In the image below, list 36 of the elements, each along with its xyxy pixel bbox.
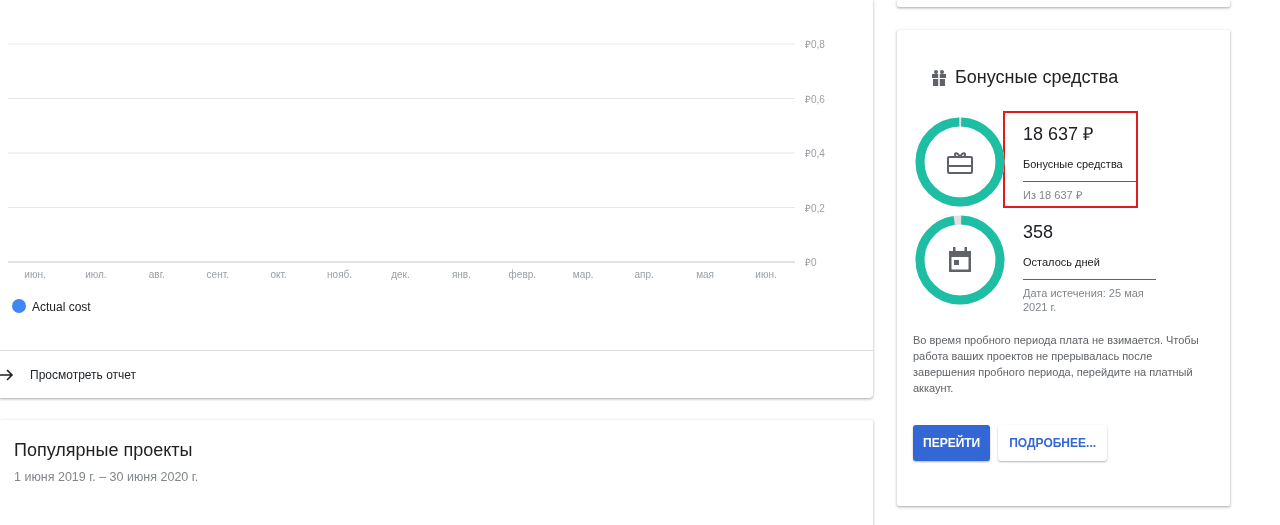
y-tick-label: ₽0,2 <box>805 202 825 214</box>
card-title: Бонусные средства <box>955 66 1119 89</box>
x-tick-label: февр. <box>508 269 537 280</box>
stat-value: 358 <box>1023 221 1055 244</box>
gift-card-icon <box>947 150 973 174</box>
x-tick-label: авг. <box>148 269 165 280</box>
stat-note: Из 18 637 ₽ <box>1023 187 1083 203</box>
x-tick-label: мар. <box>572 269 594 280</box>
trial-description: Во время пробного периода плата не взимается. Чтобы работа ваших проектов не прерывалась после завершения пробного периода, перейдите на платный аккаунт. <box>913 333 1200 396</box>
y-tick-label: ₽0,8 <box>805 39 825 50</box>
date-range: 1 июня 2019 г. – 30 июня 2020 г. <box>14 468 200 486</box>
stat-label: Бонусные средства <box>1023 156 1136 182</box>
upgrade-button[interactable]: ПЕРЕЙТИ <box>913 424 991 461</box>
x-tick-label: мая <box>696 269 714 280</box>
x-tick-label: сент. <box>206 269 229 280</box>
stat-value: 18 637 ₽ <box>1023 123 1095 146</box>
stat-note: Дата истечения: 25 мая 2021 г. <box>1023 285 1145 316</box>
legend-label: Actual cost <box>32 299 91 316</box>
card-title: Популярные проекты <box>14 440 194 462</box>
x-tick-label: апр. <box>634 269 654 280</box>
x-tick-label: июл. <box>85 269 107 280</box>
y-tick-label: ₽0,4 <box>805 148 825 159</box>
x-tick-label: нояб. <box>327 269 353 280</box>
y-tick-label: ₽0,6 <box>805 93 825 105</box>
gift-icon <box>931 69 947 86</box>
x-tick-label: июн. <box>24 269 46 280</box>
y-tick-label: ₽0 <box>805 257 817 268</box>
x-tick-label: янв. <box>451 269 471 280</box>
x-tick-label: дек. <box>391 269 410 280</box>
stat-label: Осталось дней <box>1023 254 1156 280</box>
details-button[interactable]: ПОДРОБНЕЕ... <box>998 424 1108 461</box>
calendar-icon <box>948 247 972 273</box>
x-tick-label: июн. <box>755 269 777 280</box>
arrow-icon <box>0 367 14 382</box>
x-tick-label: окт. <box>270 269 287 280</box>
view-report-link[interactable]: Просмотреть отчет <box>0 365 137 384</box>
